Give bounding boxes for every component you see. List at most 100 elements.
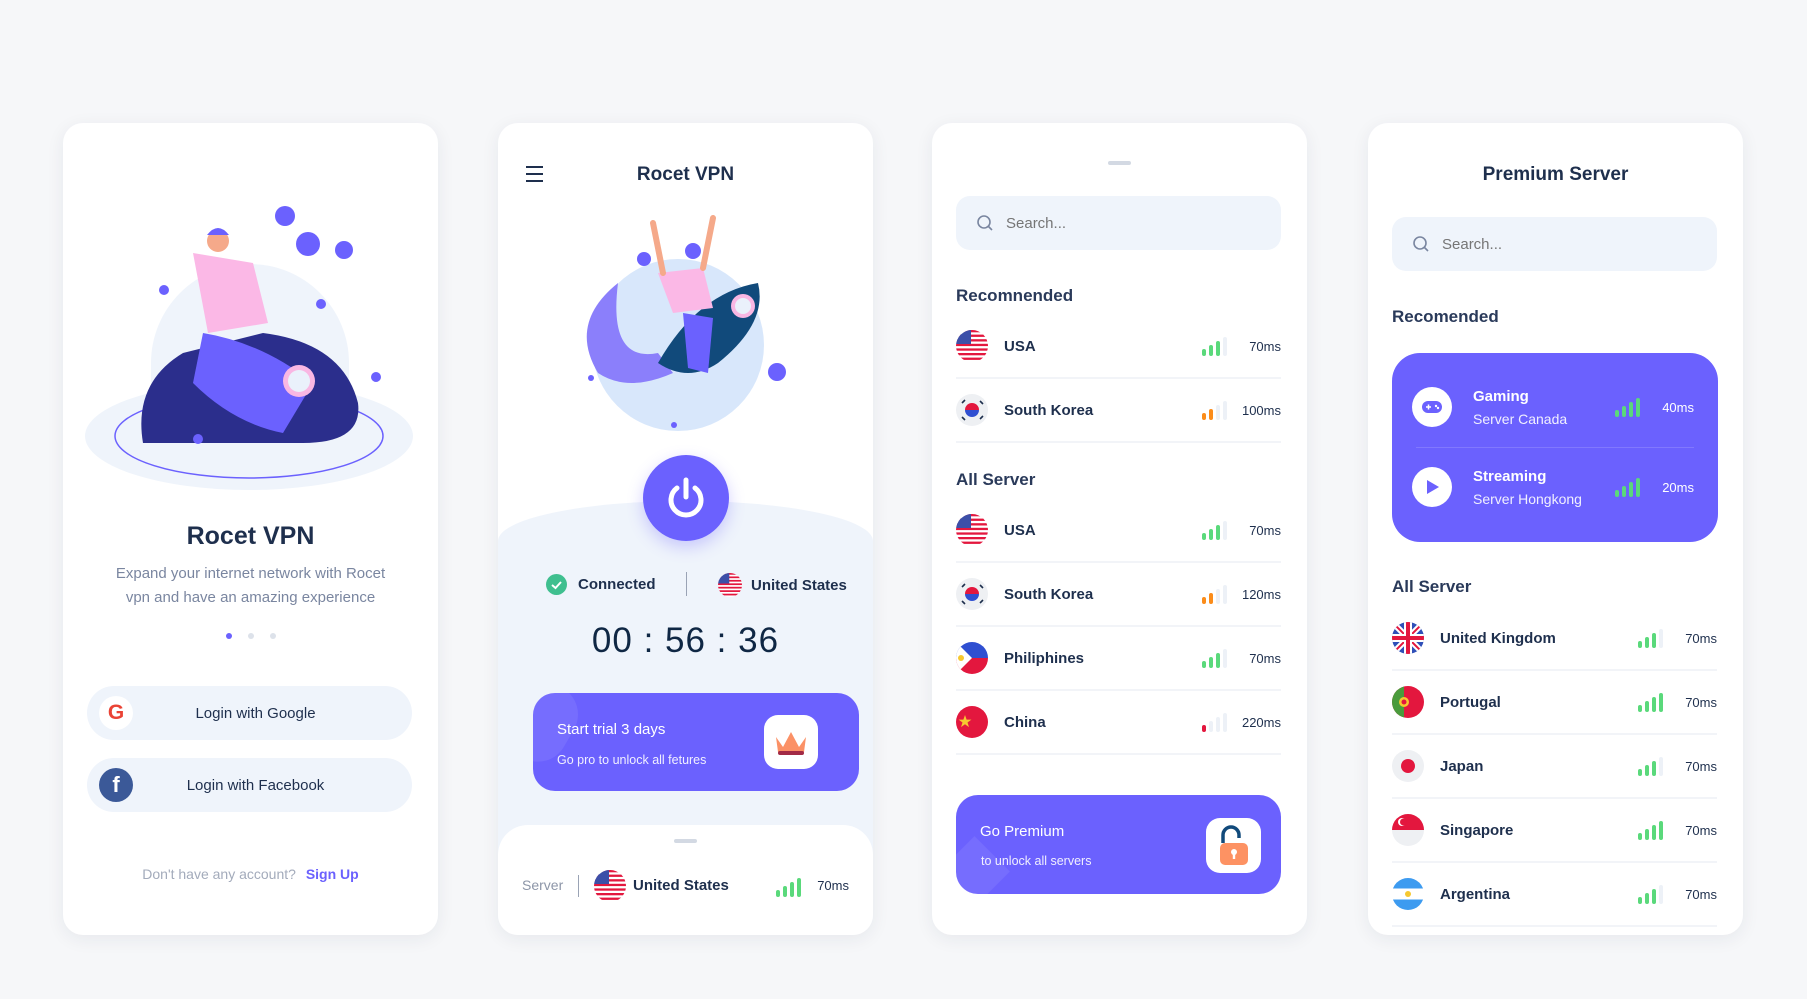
app-title: Rocet VPN: [186, 522, 315, 550]
power-icon: [668, 477, 704, 518]
search-bar[interactable]: [956, 196, 1281, 250]
server-row[interactable]: USA 70ms: [956, 499, 1281, 563]
search-input[interactable]: [1006, 214, 1246, 232]
search-icon: [977, 215, 993, 231]
signal-bar: [776, 890, 780, 897]
signup-prompt: Don't have any account?: [142, 866, 296, 882]
signup-link[interactable]: Sign Up: [306, 866, 359, 882]
location-text: United States: [751, 576, 847, 594]
signal-bar: [1216, 589, 1220, 604]
server-row[interactable]: Portugal 70ms: [1392, 671, 1717, 735]
signal-bar: [1629, 482, 1633, 497]
signal-bar: [1216, 405, 1220, 420]
signal-bar: [1202, 533, 1206, 540]
signal-bar: [1209, 657, 1213, 668]
country-name: USA: [1004, 521, 1036, 539]
signal-bar: [1645, 765, 1649, 776]
trial-subtitle: Go pro to unlock all fetures: [557, 753, 707, 767]
server-row[interactable]: Japan 70ms: [1392, 735, 1717, 799]
signal-icon: [1202, 584, 1227, 604]
signal-icon: [1615, 477, 1640, 497]
country-name: South Korea: [1004, 401, 1094, 419]
premium-server-screen: Premium Server Recomended Gaming Server …: [1368, 123, 1743, 935]
server-row[interactable]: China 220ms: [956, 691, 1281, 755]
login-google-button[interactable]: G Login with Google: [87, 686, 412, 740]
login-facebook-button[interactable]: f Login with Facebook: [87, 758, 412, 812]
option-subtitle: Server Hongkong: [1473, 490, 1582, 507]
country-name: USA: [1004, 337, 1036, 355]
server-row[interactable]: USA 70ms: [956, 315, 1281, 379]
us-flag-icon: [594, 870, 626, 902]
server-list-screen: Recomnended USA 70ms South Korea 100ms A…: [932, 123, 1307, 935]
sheet-handle[interactable]: [674, 839, 697, 843]
onboarding-illustration: [85, 206, 413, 490]
server-row[interactable]: United Kingdom 70ms: [1392, 607, 1717, 671]
server-row[interactable]: South Korea 120ms: [956, 563, 1281, 627]
us-flag-icon: [718, 573, 742, 597]
signal-bar: [1209, 721, 1213, 732]
signal-bar: [1209, 529, 1213, 540]
signal-bar: [1202, 597, 1206, 604]
server-label: Server: [522, 877, 564, 893]
search-input[interactable]: [1442, 235, 1682, 253]
signal-bar: [1638, 641, 1642, 648]
signal-bar: [1638, 833, 1642, 840]
signal-icon: [1202, 336, 1227, 356]
pt-flag-icon: [1392, 686, 1424, 718]
latency: 100ms: [1241, 402, 1281, 418]
server-sheet[interactable]: Server United States 70ms: [498, 825, 873, 935]
latency: 70ms: [1685, 822, 1717, 838]
signal-bar: [1622, 486, 1626, 497]
signal-bar: [1202, 661, 1206, 668]
server-row[interactable]: South Korea 100ms: [956, 379, 1281, 443]
unlock-icon: [1206, 818, 1261, 873]
sheet-handle[interactable]: [1108, 161, 1131, 165]
signal-bar: [1615, 490, 1619, 497]
check-circle-icon: [546, 574, 567, 595]
page-indicator[interactable]: [63, 633, 438, 639]
search-icon: [1413, 236, 1429, 252]
country-name: Portugal: [1440, 693, 1501, 711]
signal-bar: [1652, 697, 1656, 712]
country-name: Philiphines: [1004, 649, 1085, 667]
server-country: United States: [633, 877, 729, 894]
signal-bar: [1652, 633, 1656, 648]
signal-bar: [1645, 637, 1649, 648]
signal-bar: [1202, 349, 1206, 356]
ar-flag-icon: [1392, 878, 1424, 910]
option-title: Gaming: [1473, 387, 1529, 405]
server-row[interactable]: Singapore 70ms: [1392, 799, 1717, 863]
signal-icon: [1202, 400, 1227, 420]
us-flag-icon: [956, 330, 988, 362]
all-servers-heading: All Server: [1392, 577, 1472, 596]
power-button[interactable]: [643, 455, 729, 541]
recommended-panel: Gaming Server Canada 40ms Streaming Serv…: [1392, 353, 1718, 542]
signal-icon: [1638, 756, 1663, 776]
premium-subtitle: to unlock all servers: [981, 854, 1092, 868]
go-premium-banner[interactable]: Go Premium to unlock all servers: [956, 795, 1281, 894]
signal-bar: [1216, 341, 1220, 356]
signal-bar: [1638, 769, 1642, 776]
page-dot[interactable]: [269, 633, 276, 639]
option-title: Streaming: [1473, 467, 1547, 485]
latency: 70ms: [1685, 694, 1717, 710]
sg-flag-icon: [1392, 814, 1424, 846]
signal-bar: [1209, 593, 1213, 604]
page-dot-active[interactable]: [225, 633, 232, 639]
latency: 70ms: [1249, 522, 1281, 538]
connection-status: Connected: [546, 574, 656, 595]
gb-flag-icon: [1392, 622, 1424, 654]
search-bar[interactable]: [1392, 217, 1717, 271]
premium-option[interactable]: Streaming Server Hongkong 20ms: [1392, 447, 1718, 527]
server-row[interactable]: Argentina 70ms: [1392, 863, 1717, 927]
latency: 70ms: [1685, 758, 1717, 774]
play-icon: [1412, 467, 1452, 507]
signal-icon: [1202, 648, 1227, 668]
signal-bar: [1652, 825, 1656, 840]
facebook-icon: f: [99, 768, 133, 802]
trial-banner[interactable]: Start trial 3 days Go pro to unlock all …: [533, 693, 859, 791]
page-dot[interactable]: [247, 633, 254, 639]
server-row[interactable]: Philiphines 70ms: [956, 627, 1281, 691]
signal-icon: [1615, 397, 1640, 417]
premium-option[interactable]: Gaming Server Canada 40ms: [1392, 367, 1718, 447]
